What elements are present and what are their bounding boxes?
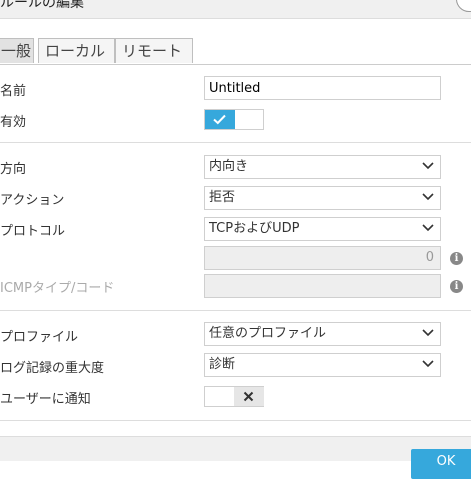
profile-value: 任意のプロファイル bbox=[209, 326, 327, 341]
close-icon[interactable] bbox=[456, 0, 471, 12]
protocol-value: TCPおよびUDP bbox=[209, 221, 300, 236]
enabled-label: 有効 bbox=[0, 115, 27, 130]
protocol-select[interactable]: TCPおよびUDP bbox=[204, 217, 441, 241]
info-icon[interactable]: i bbox=[450, 252, 463, 265]
direction-select[interactable]: 内向き bbox=[204, 155, 441, 179]
checkmark-icon bbox=[213, 114, 226, 125]
profile-select[interactable]: 任意のプロファイル bbox=[204, 322, 441, 346]
chevron-down-icon bbox=[422, 329, 434, 337]
chevron-down-icon bbox=[422, 224, 434, 232]
log-severity-label: ログ記録の重大度 bbox=[0, 361, 105, 376]
section-divider bbox=[0, 310, 471, 311]
close-icon bbox=[243, 391, 254, 402]
action-label: アクション bbox=[0, 193, 65, 208]
chevron-down-icon bbox=[422, 193, 434, 201]
profile-label: プロファイル bbox=[0, 330, 79, 345]
tab-general[interactable]: 一般 bbox=[0, 38, 34, 63]
notify-user-label: ユーザーに通知 bbox=[0, 392, 91, 407]
tab-remote[interactable]: リモート bbox=[115, 38, 193, 63]
protocol-label: プロトコル bbox=[0, 224, 66, 239]
chevron-down-icon bbox=[422, 360, 434, 368]
action-value: 拒否 bbox=[209, 190, 236, 205]
icmp-label: ICMPタイプ/コード bbox=[0, 281, 115, 296]
protocol-number-field: 0 bbox=[204, 246, 441, 270]
tabs-divider bbox=[0, 64, 471, 65]
dialog-footer: OK bbox=[0, 436, 471, 479]
enabled-toggle[interactable] bbox=[204, 109, 264, 130]
log-severity-select[interactable]: 診断 bbox=[204, 353, 441, 377]
section-divider bbox=[0, 420, 471, 421]
name-label: 名前 bbox=[0, 84, 27, 99]
icmp-field bbox=[204, 274, 441, 298]
log-severity-value: 診断 bbox=[209, 357, 236, 372]
info-icon[interactable]: i bbox=[450, 280, 463, 293]
toggle-knob bbox=[234, 387, 264, 406]
ok-button[interactable]: OK bbox=[411, 449, 471, 479]
action-select[interactable]: 拒否 bbox=[204, 186, 441, 210]
dialog-title: ルールの編集 bbox=[0, 0, 84, 11]
tab-local[interactable]: ローカル bbox=[38, 38, 115, 63]
protocol-number-value: 0 bbox=[425, 250, 434, 265]
direction-label: 方向 bbox=[0, 162, 27, 177]
notify-user-toggle[interactable] bbox=[204, 386, 264, 407]
section-divider bbox=[0, 142, 471, 143]
chevron-down-icon bbox=[422, 162, 434, 170]
direction-value: 内向き bbox=[209, 159, 249, 174]
name-input[interactable] bbox=[204, 76, 441, 100]
toggle-knob bbox=[205, 110, 235, 129]
dialog-titlebar: ルールの編集 bbox=[0, 0, 471, 19]
